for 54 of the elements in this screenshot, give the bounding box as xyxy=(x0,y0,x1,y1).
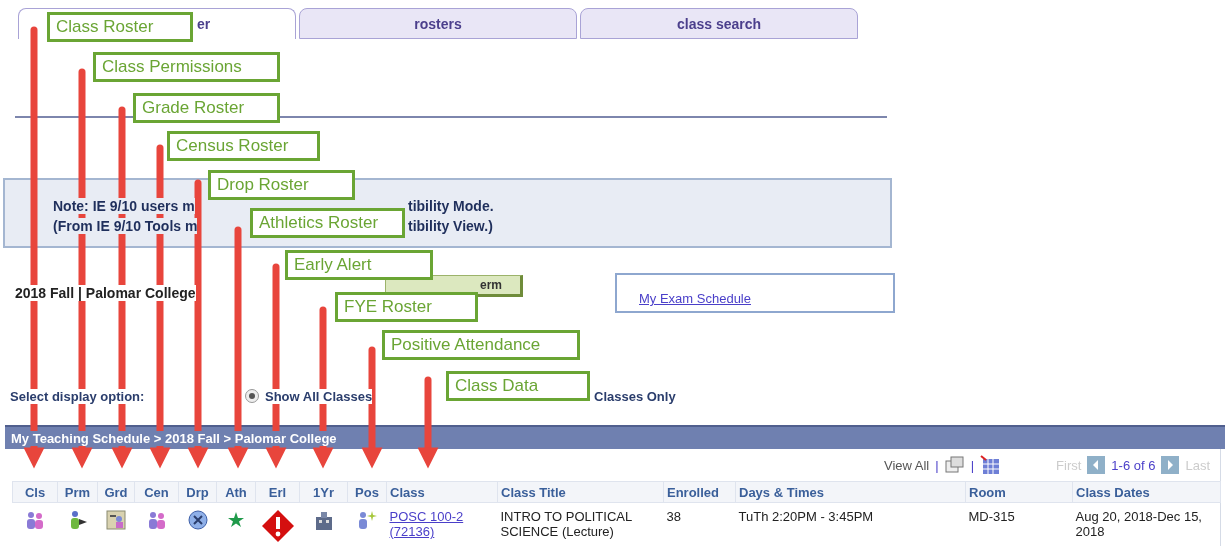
tab[interactable]: rosters xyxy=(299,8,577,39)
annotation-callout: Class Roster xyxy=(47,12,193,42)
annotation-callout: Positive Attendance xyxy=(382,330,580,360)
notice-text: (From IE 9/10 Tools m xyxy=(53,218,198,234)
column-header: 1Yr xyxy=(299,481,348,503)
column-header: Prm xyxy=(57,481,98,503)
separator: | xyxy=(970,457,975,473)
people-icon[interactable] xyxy=(24,509,46,531)
separator: | xyxy=(935,457,939,473)
column-header: Ath xyxy=(216,481,256,503)
annotation-callout: Grade Roster xyxy=(133,93,280,123)
column-header: Enrolled xyxy=(663,481,736,503)
column-header: Pos xyxy=(347,481,387,503)
notice-text: tibility View.) xyxy=(408,218,493,234)
term-label: 2018 Fall | Palomar College xyxy=(15,285,196,301)
column-header: Room xyxy=(965,481,1073,503)
schedule-title: My Teaching Schedule > 2018 Fall > Palomar College xyxy=(11,430,337,446)
column-header: Cls xyxy=(12,481,58,503)
annotation-callout: FYE Roster xyxy=(335,292,478,322)
view-all-link[interactable]: View All xyxy=(883,457,930,473)
annotation-callout: Class Permissions xyxy=(93,52,280,82)
cancel-icon[interactable] xyxy=(186,509,209,531)
zoom-window-icon[interactable] xyxy=(944,456,965,474)
display-option-label: Select display option: xyxy=(10,388,145,404)
exam-schedule-link[interactable]: My Exam Schedule xyxy=(639,291,751,306)
column-header: Drp xyxy=(178,481,217,503)
class-link[interactable]: POSC 100-2 (72136) xyxy=(389,509,495,539)
radio-label[interactable]: Show All Classes xyxy=(265,388,373,404)
annotation-callout: Early Alert xyxy=(285,250,433,280)
column-header: Grd xyxy=(97,481,135,503)
annotation-callout: Census Roster xyxy=(167,131,320,161)
table-cell: TuTh 2:20PM - 3:45PM xyxy=(738,509,874,524)
page-range: 1-6 of 6 xyxy=(1111,457,1156,473)
alert-icon[interactable] xyxy=(260,509,295,543)
table-cell: 38 xyxy=(666,509,681,524)
table-cell: MD-315 xyxy=(968,509,1015,524)
column-header: Days & Times xyxy=(735,481,966,503)
annotation-callout: Drop Roster xyxy=(208,170,355,200)
person-sparkle-icon[interactable] xyxy=(356,509,378,531)
radio-button[interactable] xyxy=(245,389,259,403)
column-header: Class Dates xyxy=(1072,481,1221,503)
column-header: Erl xyxy=(255,481,300,503)
tab[interactable]: class search xyxy=(580,8,858,39)
notice-text: Note: IE 9/10 users m xyxy=(53,198,195,214)
gradebook-icon[interactable] xyxy=(105,509,127,531)
column-header: Class xyxy=(386,481,498,503)
table-cell: INTRO TO POLITICAL SCIENCE (Lecture) xyxy=(500,509,632,539)
annotation-callout: Athletics Roster xyxy=(250,208,405,238)
annotation-callout: Class Data xyxy=(446,371,590,401)
column-header: Cen xyxy=(134,481,179,503)
spreadsheet-icon[interactable] xyxy=(980,455,1001,475)
notice-text: tibility Mode. xyxy=(408,198,494,214)
table-cell: Aug 20, 2018-Dec 15, 2018 xyxy=(1075,509,1202,539)
column-header: Class Title xyxy=(497,481,664,503)
